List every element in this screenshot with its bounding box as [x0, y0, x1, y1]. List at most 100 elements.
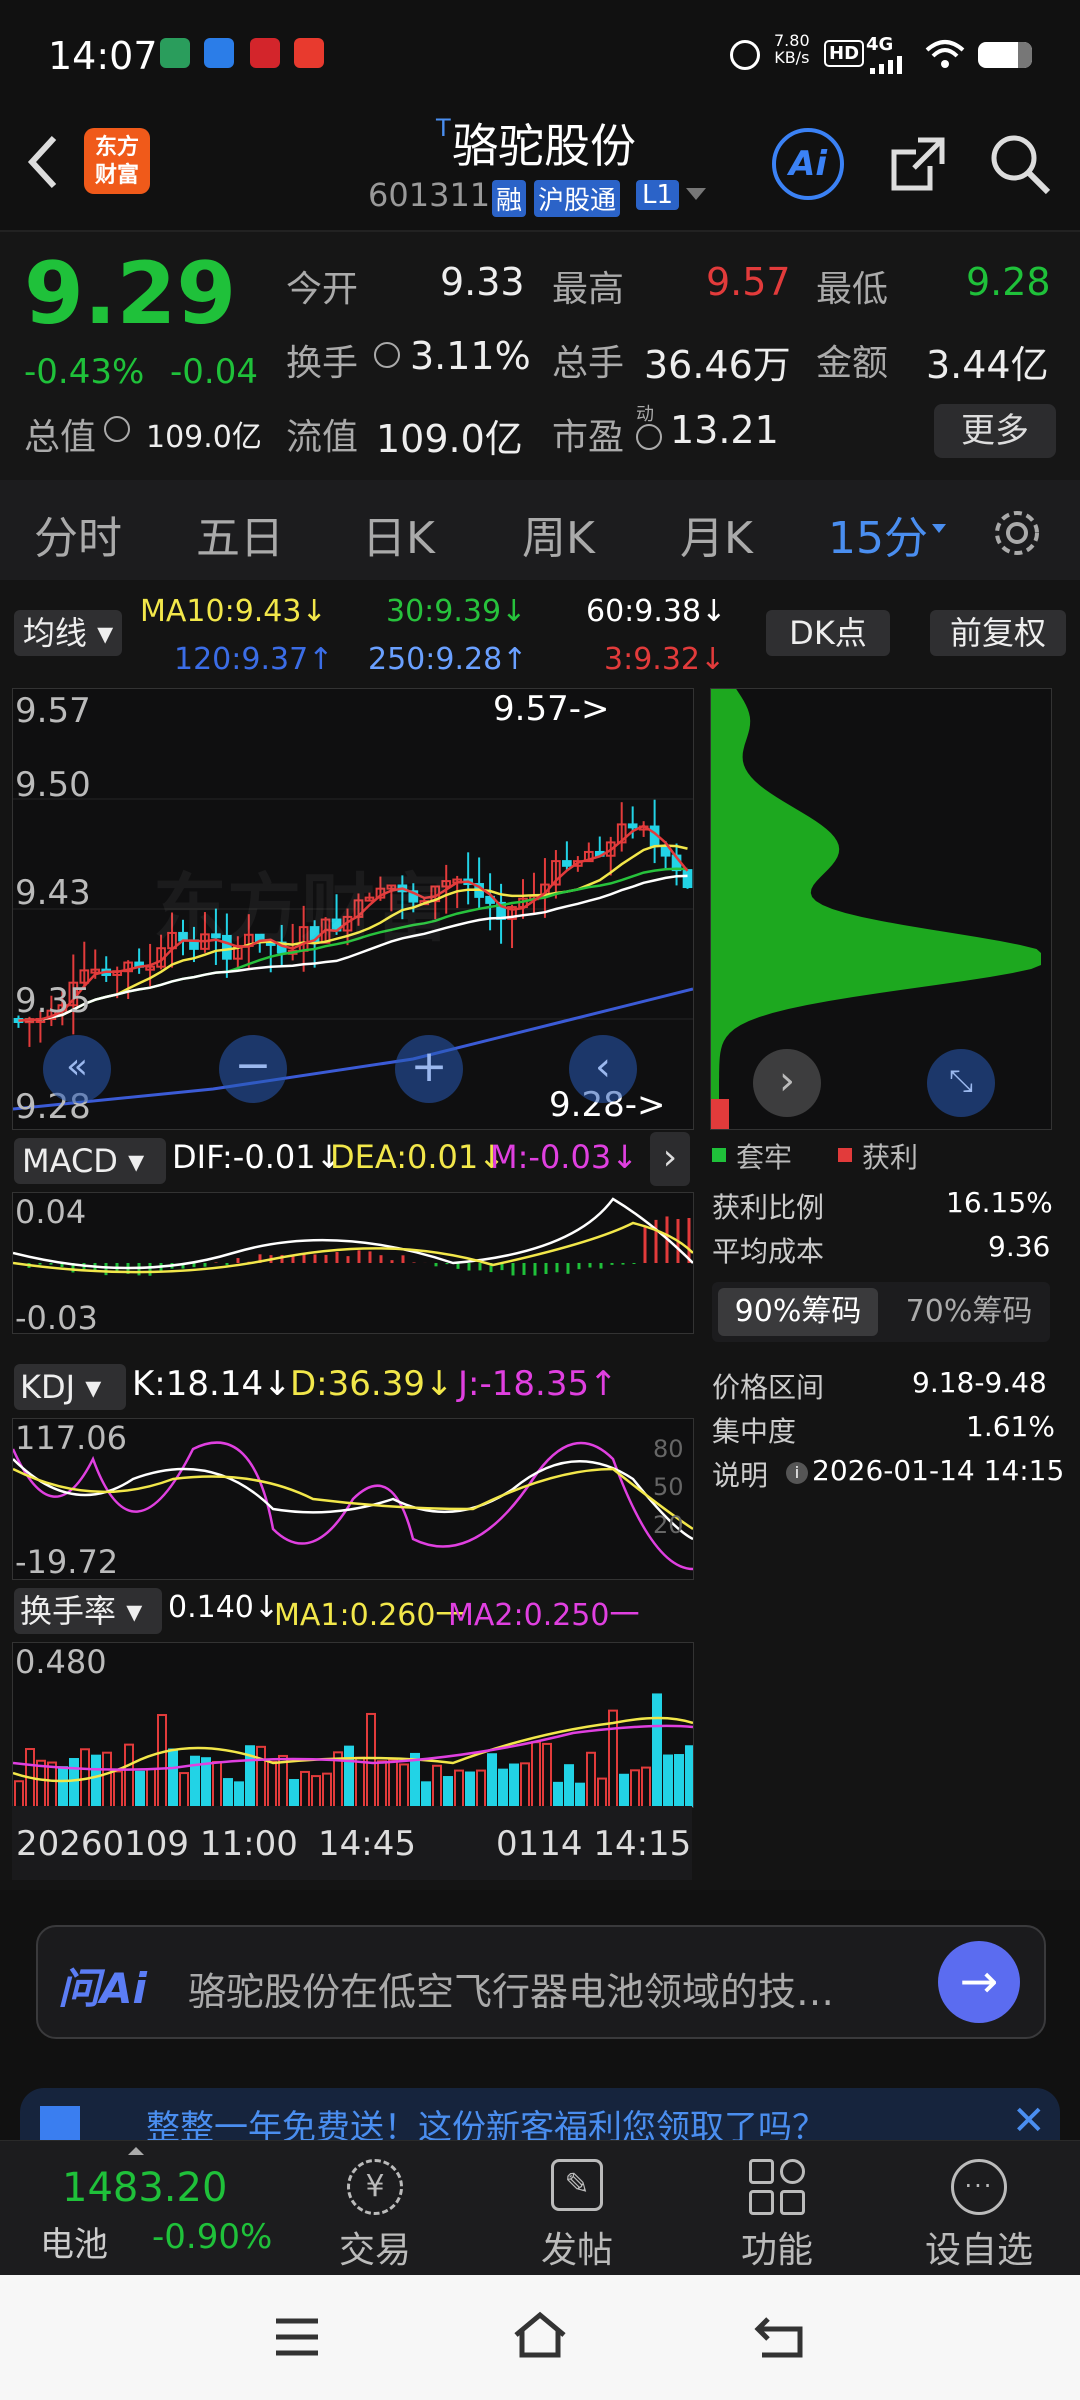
gear-icon[interactable]: [990, 506, 1044, 560]
turnover-bar: [355, 1756, 365, 1807]
expand-icon[interactable]: ⤡: [927, 1049, 995, 1117]
turnover-bar: [586, 1751, 596, 1807]
post-button[interactable]: ✎ 发帖: [512, 2159, 642, 2273]
trade-button[interactable]: ¥ 交易: [310, 2159, 440, 2273]
info-icon[interactable]: [636, 424, 662, 450]
kdj-ymax: 117.06: [15, 1419, 127, 1457]
turnover-bar: [531, 1741, 541, 1807]
turnover-bar: [520, 1762, 530, 1807]
tab-monthly-k[interactable]: 月K: [680, 502, 753, 566]
open-label: 今开: [286, 269, 359, 310]
tab-daily-k[interactable]: 日K: [362, 502, 435, 566]
add-watchlist-button[interactable]: ··· 设自选: [914, 2159, 1044, 2273]
info-icon[interactable]: [374, 342, 400, 368]
bottom-toolbar: 1483.20 电池 -0.90% ¥ 交易 ✎ 发帖 功能 ··· 设自选: [0, 2140, 1080, 2276]
sector-name[interactable]: 电池: [40, 2217, 108, 2266]
tab-15min[interactable]: 15分: [828, 502, 928, 566]
info-icon[interactable]: [104, 416, 130, 442]
chevron-down-icon[interactable]: [932, 524, 946, 533]
chip-stat-value: 2026-01-14 14:15: [812, 1454, 1065, 1487]
turnover-selector[interactable]: 换手率 ▾: [14, 1588, 162, 1634]
chip-stat-value: 9.36: [988, 1230, 1051, 1263]
dk-button[interactable]: DK点: [766, 610, 890, 656]
x-label: 0114 14:15: [496, 1824, 692, 1864]
wifi-icon: [925, 40, 965, 68]
turnover-bar: [267, 1760, 277, 1807]
high-note: 9.57->: [493, 689, 610, 729]
tab-chip-70[interactable]: 70%筹码: [894, 1288, 1044, 1336]
chevron-down-icon[interactable]: [686, 188, 706, 200]
level-badge: L1: [636, 180, 680, 210]
turnover-bar: [146, 1767, 156, 1807]
macd-selector[interactable]: MACD ▾: [14, 1138, 166, 1184]
turnover-bar: [498, 1768, 508, 1807]
turnover-bar: [410, 1752, 420, 1807]
y-label-top: 9.57: [15, 691, 91, 731]
sector-index-value[interactable]: 1483.20: [62, 2165, 227, 2211]
tab-chip-90[interactable]: 90%筹码: [718, 1288, 878, 1336]
app-notification-icon: [294, 38, 324, 68]
stock-title[interactable]: 骆驼股份: [452, 110, 636, 176]
chevron-right-icon[interactable]: ›: [650, 1132, 690, 1186]
ai-button[interactable]: Ai: [772, 128, 844, 200]
pe-sup: 动: [636, 404, 654, 425]
scroll-left-icon[interactable]: «: [43, 1035, 111, 1103]
zoom-out-icon[interactable]: −: [219, 1035, 287, 1103]
adjust-button[interactable]: 前复权: [930, 610, 1066, 656]
expand-up-icon[interactable]: [128, 2147, 144, 2155]
turnover-bar: [179, 1772, 189, 1807]
kdj-d: D:36.39↓: [290, 1364, 454, 1404]
chip-tabs: 90%筹码 70%筹码: [712, 1282, 1050, 1342]
send-arrow-icon[interactable]: →: [938, 1941, 1020, 2023]
kline-panel[interactable]: 东方财富 9.57 9.50 9.43 9.35 9.28 9.57-> 9.2…: [12, 688, 694, 1130]
prev-icon[interactable]: ‹: [569, 1035, 637, 1103]
ai-prompt[interactable]: 骆驼股份在低空飞行器电池领域的技…: [188, 1961, 834, 2016]
close-icon[interactable]: ✕: [1012, 2098, 1046, 2140]
back-nav-icon[interactable]: [754, 2311, 808, 2361]
dif-line: [13, 1197, 693, 1270]
yen-icon: ¥: [347, 2159, 403, 2215]
turnover-bar: [674, 1754, 684, 1807]
function-button[interactable]: 功能: [712, 2159, 842, 2273]
last-price: 9.29: [24, 244, 237, 344]
more-button[interactable]: 更多: [934, 404, 1056, 458]
search-icon[interactable]: [988, 132, 1052, 196]
tab-five-day[interactable]: 五日: [196, 502, 284, 566]
turn-ymax: 0.480: [15, 1643, 107, 1681]
next-icon[interactable]: ›: [753, 1049, 821, 1117]
zoom-in-icon[interactable]: +: [395, 1035, 463, 1103]
promo-banner[interactable]: 整整一年免费送！这份新客福利您领取了吗？ ✕: [20, 2088, 1060, 2140]
macd-ymax: 0.04: [15, 1193, 87, 1231]
candle: [671, 843, 682, 886]
turnover-bar: [124, 1743, 134, 1807]
back-icon[interactable]: [24, 132, 64, 192]
ai-ask-bar[interactable]: 问Ai 骆驼股份在低空飞行器电池领域的技… →: [36, 1925, 1046, 2039]
period-tabs: 分时 五日 日K 周K 月K 15分: [0, 480, 1080, 580]
watermark: 东方财富: [153, 866, 449, 952]
ma10-value: MA10:9.43↓: [140, 594, 327, 629]
turnover-bar: [322, 1772, 332, 1807]
menu-icon[interactable]: [272, 2315, 322, 2359]
legend-swatch: [712, 1148, 726, 1162]
turnover-bar: [278, 1754, 288, 1807]
grid-icon: [749, 2159, 805, 2215]
turn-value: 0.140↓: [168, 1590, 280, 1625]
turnover-bar: [652, 1693, 662, 1807]
macd-panel: 0.04 -0.03: [12, 1192, 694, 1337]
kdj-selector[interactable]: KDJ ▾: [14, 1364, 126, 1410]
turn-ma2: MA2:0.250一: [448, 1598, 640, 1633]
tab-weekly-k[interactable]: 周K: [522, 502, 595, 566]
chip-distribution-panel[interactable]: › ⤡: [710, 688, 1052, 1130]
info-icon[interactable]: i: [786, 1462, 808, 1484]
home-icon[interactable]: [510, 2309, 570, 2361]
candle: [463, 852, 473, 905]
turnover-bar: [432, 1764, 442, 1807]
turnover-bar: [487, 1753, 497, 1807]
macd-ymin: -0.03: [15, 1299, 98, 1337]
chip-stat-value: 1.61%: [966, 1410, 1055, 1443]
share-icon[interactable]: [886, 132, 950, 196]
ma-selector[interactable]: 均线 ▾: [14, 610, 122, 656]
candle: [485, 873, 495, 931]
tab-intraday[interactable]: 分时: [34, 502, 122, 566]
candle: [562, 841, 572, 871]
